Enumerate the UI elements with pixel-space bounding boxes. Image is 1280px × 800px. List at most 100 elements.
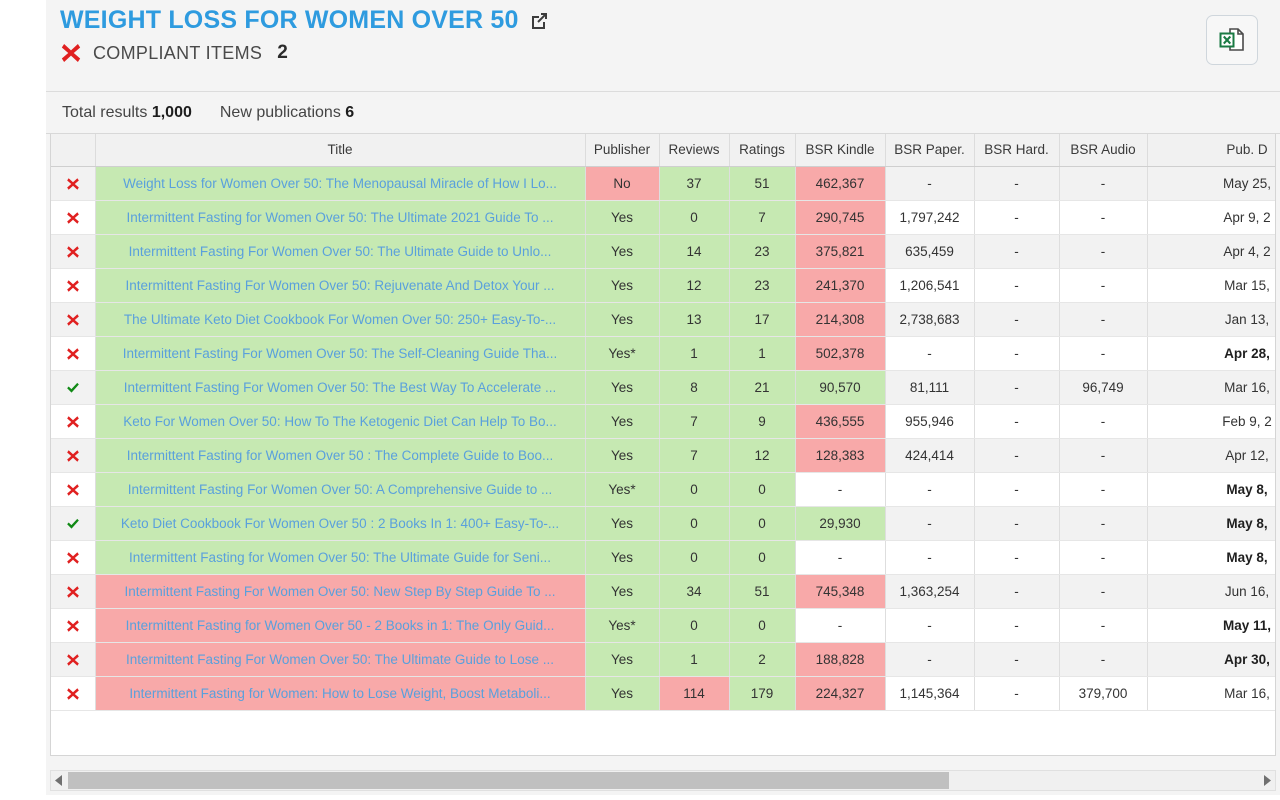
table-row[interactable]: Intermittent Fasting for Women Over 50 :…	[51, 438, 1276, 472]
column-header-audio[interactable]: BSR Audio	[1059, 134, 1147, 166]
book-title-link[interactable]: Intermittent Fasting For Women Over 50: …	[128, 482, 552, 497]
cell-title[interactable]: Intermittent Fasting for Women: How to L…	[95, 676, 585, 710]
book-title-link[interactable]: Keto Diet Cookbook For Women Over 50 : 2…	[121, 516, 559, 531]
column-header-pub[interactable]: Publisher	[585, 134, 659, 166]
cell-title[interactable]: Intermittent Fasting For Women Over 50: …	[95, 268, 585, 302]
chevron-left-icon[interactable]	[51, 771, 68, 790]
excel-export-button[interactable]	[1206, 15, 1258, 65]
compliance-x-cell[interactable]	[51, 302, 95, 336]
external-link-icon[interactable]	[529, 10, 550, 31]
cell-title[interactable]: Intermittent Fasting for Women Over 50 :…	[95, 438, 585, 472]
cell-title[interactable]: Intermittent Fasting for Women Over 50 -…	[95, 608, 585, 642]
cell-rev: 0	[659, 506, 729, 540]
cell-title[interactable]: Intermittent Fasting for Women Over 50: …	[95, 540, 585, 574]
total-results-label: Total results	[62, 104, 147, 121]
table-row[interactable]: Intermittent Fasting For Women Over 50: …	[51, 336, 1276, 370]
book-title-link[interactable]: The Ultimate Keto Diet Cookbook For Wome…	[124, 312, 556, 327]
cell-rat: 0	[729, 540, 795, 574]
cell-title[interactable]: Intermittent Fasting for Women Over 50: …	[95, 200, 585, 234]
book-title-link[interactable]: Weight Loss for Women Over 50: The Menop…	[123, 176, 557, 191]
cell-hard: -	[974, 200, 1059, 234]
table-row[interactable]: Intermittent Fasting For Women Over 50: …	[51, 574, 1276, 608]
table-row[interactable]: Weight Loss for Women Over 50: The Menop…	[51, 166, 1276, 200]
chevron-right-icon[interactable]	[1258, 771, 1275, 790]
table-row[interactable]: Intermittent Fasting for Women Over 50: …	[51, 200, 1276, 234]
column-header-date[interactable]: Pub. D	[1147, 134, 1276, 166]
cell-date: May 11,	[1147, 608, 1276, 642]
column-header-kindle[interactable]: BSR Kindle	[795, 134, 885, 166]
compliance-x-cell[interactable]	[51, 404, 95, 438]
table-row[interactable]: Keto For Women Over 50: How To The Ketog…	[51, 404, 1276, 438]
book-title-link[interactable]: Intermittent Fasting for Women: How to L…	[129, 686, 550, 701]
book-title-link[interactable]: Keto For Women Over 50: How To The Ketog…	[123, 414, 556, 429]
cell-kindle: 90,570	[795, 370, 885, 404]
horizontal-scrollbar[interactable]	[50, 770, 1276, 791]
results-table-container[interactable]: TitlePublisherReviewsRatingsBSR KindleBS…	[50, 134, 1276, 756]
table-row[interactable]: Intermittent Fasting For Women Over 50: …	[51, 234, 1276, 268]
cell-title[interactable]: Intermittent Fasting For Women Over 50: …	[95, 574, 585, 608]
table-row[interactable]: Intermittent Fasting for Women: How to L…	[51, 676, 1276, 710]
compliance-x-cell[interactable]	[51, 642, 95, 676]
cell-paper: 1,145,364	[885, 676, 974, 710]
compliance-x-cell[interactable]	[51, 268, 95, 302]
book-title-link[interactable]: Intermittent Fasting For Women Over 50: …	[123, 346, 557, 361]
table-row[interactable]: Intermittent Fasting for Women Over 50 -…	[51, 608, 1276, 642]
cell-paper: -	[885, 506, 974, 540]
cell-hard: -	[974, 370, 1059, 404]
book-title-link[interactable]: Intermittent Fasting For Women Over 50: …	[125, 584, 556, 599]
cell-audio: -	[1059, 540, 1147, 574]
book-title-link[interactable]: Intermittent Fasting For Women Over 50: …	[126, 652, 554, 667]
cell-title[interactable]: Keto Diet Cookbook For Women Over 50 : 2…	[95, 506, 585, 540]
table-row[interactable]: Intermittent Fasting For Women Over 50: …	[51, 642, 1276, 676]
cell-title[interactable]: Intermittent Fasting For Women Over 50: …	[95, 472, 585, 506]
compliance-x-cell[interactable]	[51, 438, 95, 472]
compliance-x-cell[interactable]	[51, 608, 95, 642]
book-title-link[interactable]: Intermittent Fasting for Women Over 50: …	[127, 210, 554, 225]
book-title-link[interactable]: Intermittent Fasting for Women Over 50 :…	[127, 448, 553, 463]
cell-title[interactable]: The Ultimate Keto Diet Cookbook For Wome…	[95, 302, 585, 336]
table-row[interactable]: Intermittent Fasting For Women Over 50: …	[51, 370, 1276, 404]
cell-title[interactable]: Intermittent Fasting For Women Over 50: …	[95, 234, 585, 268]
book-title-link[interactable]: Intermittent Fasting For Women Over 50: …	[129, 244, 552, 259]
column-header-paper[interactable]: BSR Paper.	[885, 134, 974, 166]
cell-title[interactable]: Intermittent Fasting For Women Over 50: …	[95, 336, 585, 370]
cell-rat: 9	[729, 404, 795, 438]
table-row[interactable]: Intermittent Fasting For Women Over 50: …	[51, 268, 1276, 302]
compliance-x-cell[interactable]	[51, 336, 95, 370]
cell-hard: -	[974, 506, 1059, 540]
compliance-x-cell[interactable]	[51, 234, 95, 268]
compliance-x-cell[interactable]	[51, 166, 95, 200]
red-x-icon	[66, 449, 80, 463]
cell-audio: 96,749	[1059, 370, 1147, 404]
compliance-x-cell[interactable]	[51, 574, 95, 608]
scrollbar-track[interactable]	[68, 772, 1258, 789]
table-row[interactable]: Intermittent Fasting For Women Over 50: …	[51, 472, 1276, 506]
table-row[interactable]: Keto Diet Cookbook For Women Over 50 : 2…	[51, 506, 1276, 540]
column-header-flag[interactable]	[51, 134, 95, 166]
column-header-hard[interactable]: BSR Hard.	[974, 134, 1059, 166]
cell-title[interactable]: Weight Loss for Women Over 50: The Menop…	[95, 166, 585, 200]
compliance-x-cell[interactable]	[51, 200, 95, 234]
cell-pub: Yes	[585, 234, 659, 268]
cell-rev: 37	[659, 166, 729, 200]
column-header-title[interactable]: Title	[95, 134, 585, 166]
book-title-link[interactable]: Intermittent Fasting For Women Over 50: …	[124, 380, 556, 395]
table-row[interactable]: The Ultimate Keto Diet Cookbook For Wome…	[51, 302, 1276, 336]
compliance-x-cell[interactable]	[51, 540, 95, 574]
column-header-rev[interactable]: Reviews	[659, 134, 729, 166]
table-row[interactable]: Intermittent Fasting for Women Over 50: …	[51, 540, 1276, 574]
cell-date: Apr 4, 2	[1147, 234, 1276, 268]
compliance-x-cell[interactable]	[51, 472, 95, 506]
cell-title[interactable]: Intermittent Fasting For Women Over 50: …	[95, 642, 585, 676]
cell-title[interactable]: Intermittent Fasting For Women Over 50: …	[95, 370, 585, 404]
header-row: TitlePublisherReviewsRatingsBSR KindleBS…	[51, 134, 1276, 166]
compliance-x-cell[interactable]	[51, 676, 95, 710]
book-title-link[interactable]: Intermittent Fasting for Women Over 50 -…	[126, 618, 555, 633]
book-title-link[interactable]: Intermittent Fasting for Women Over 50: …	[129, 550, 551, 565]
column-header-rat[interactable]: Ratings	[729, 134, 795, 166]
compliance-check-cell[interactable]	[51, 506, 95, 540]
cell-title[interactable]: Keto For Women Over 50: How To The Ketog…	[95, 404, 585, 438]
book-title-link[interactable]: Intermittent Fasting For Women Over 50: …	[126, 278, 555, 293]
compliance-check-cell[interactable]	[51, 370, 95, 404]
scrollbar-thumb[interactable]	[68, 772, 949, 789]
